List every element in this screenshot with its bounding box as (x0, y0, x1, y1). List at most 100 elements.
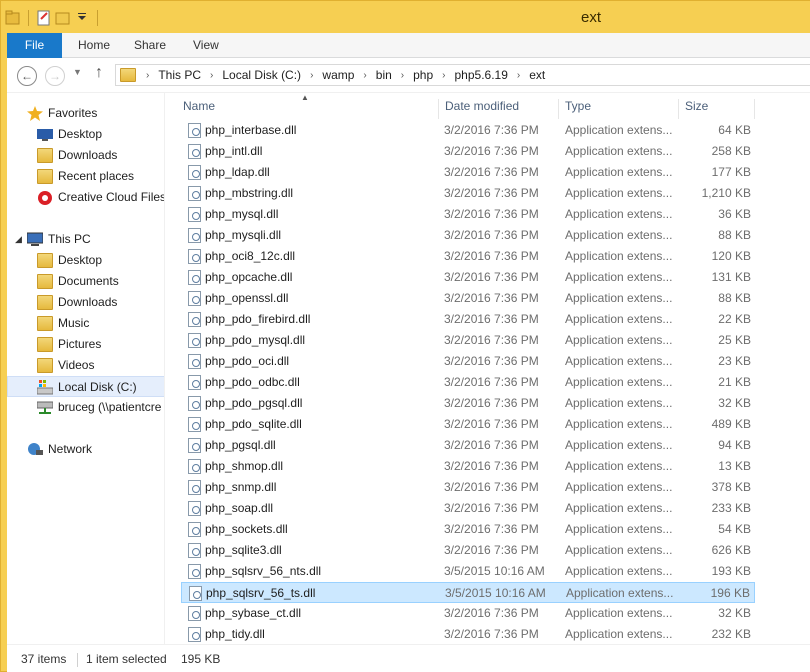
dll-file-icon (188, 396, 201, 411)
nav-favorites-creative-cloud[interactable]: Creative Cloud Files (7, 187, 164, 208)
breadcrumb-wamp[interactable]: wamp (319, 68, 357, 82)
file-date-modified: 3/2/2016 7:36 PM (444, 606, 539, 620)
breadcrumb-ext[interactable]: ext (526, 68, 548, 82)
breadcrumb-this-pc[interactable]: This PC (155, 68, 204, 82)
dll-file-icon (188, 606, 201, 621)
file-row[interactable]: php_pdo_sqlite.dll 3/2/2016 7:36 PM Applic… (181, 414, 755, 435)
file-row[interactable]: php_ldap.dll 3/2/2016 7:36 PM Application … (181, 162, 755, 183)
nav-this-pc-music[interactable]: Music (7, 313, 164, 334)
file-row[interactable]: php_sqlsrv_56_nts.dll 3/5/2015 10:16 AM Ap… (181, 561, 755, 582)
file-row[interactable]: php_sybase_ct.dll 3/2/2016 7:36 PM Applica… (181, 603, 755, 624)
file-row[interactable]: php_intl.dll 3/2/2016 7:36 PM Application … (181, 141, 755, 162)
nav-this-pc-downloads[interactable]: Downloads (7, 292, 164, 313)
address-bar[interactable]: › This PC › Local Disk (C:) › wamp › bin… (115, 64, 810, 86)
file-date-modified: 3/2/2016 7:36 PM (444, 249, 539, 263)
nav-favorites-recent-places[interactable]: Recent places (7, 166, 164, 187)
file-row[interactable]: php_shmop.dll 3/2/2016 7:36 PM Application… (181, 456, 755, 477)
nav-favorites-downloads[interactable]: Downloads (7, 145, 164, 166)
file-type: Application extens... (565, 543, 673, 557)
dll-file-icon (188, 207, 201, 222)
file-list[interactable]: ▲ Name Date modified Type Size php_inter… (177, 93, 810, 644)
file-row[interactable]: php_pdo_firebird.dll 3/2/2016 7:36 PM Appl… (181, 309, 755, 330)
file-name: php_snmp.dll (205, 480, 277, 494)
column-header-type[interactable]: Type (559, 99, 679, 119)
column-header-size[interactable]: Size (679, 99, 755, 119)
breadcrumb-chevron-icon[interactable]: › (140, 70, 155, 81)
file-row[interactable]: php_tidy.dll 3/2/2016 7:36 PM Application … (181, 624, 755, 645)
file-row[interactable]: php_sqlsrv_56_ts.dll 3/5/2015 10:16 AM App… (181, 582, 755, 603)
file-name: php_shmop.dll (205, 459, 284, 473)
nav-this-pc-documents[interactable]: Documents (7, 271, 164, 292)
tab-view[interactable]: View (193, 33, 219, 58)
recent-locations-dropdown-icon[interactable]: ▼ (73, 67, 82, 77)
tab-home[interactable]: Home (78, 33, 110, 58)
file-name: php_opcache.dll (205, 270, 293, 284)
file-row[interactable]: php_pdo_pgsql.dll 3/2/2016 7:36 PM Applica… (181, 393, 755, 414)
file-name: php_mbstring.dll (205, 186, 294, 200)
file-date-modified: 3/2/2016 7:36 PM (444, 186, 539, 200)
breadcrumb-php[interactable]: php (410, 68, 436, 82)
network-drive-icon (36, 400, 54, 415)
nav-this-pc-videos[interactable]: Videos (7, 355, 164, 376)
nav-this-pc-local-disk[interactable]: Local Disk (C:) (7, 376, 164, 397)
file-date-modified: 3/5/2015 10:16 AM (445, 586, 546, 600)
file-row[interactable]: php_mysql.dll 3/2/2016 7:36 PM Application… (181, 204, 755, 225)
file-type: Application extens... (565, 207, 673, 221)
breadcrumb-bin[interactable]: bin (373, 68, 395, 82)
breadcrumb-local-disk[interactable]: Local Disk (C:) (219, 68, 304, 82)
tab-share[interactable]: Share (134, 33, 166, 58)
nav-favorites-desktop[interactable]: Desktop (7, 124, 164, 145)
file-row[interactable]: php_pdo_odbc.dll 3/2/2016 7:36 PM Applicat… (181, 372, 755, 393)
file-size: 32 KB (718, 396, 751, 410)
file-row[interactable]: php_snmp.dll 3/2/2016 7:36 PM Application … (181, 477, 755, 498)
nav-this-pc[interactable]: ◢ This PC (7, 229, 164, 250)
breadcrumb-chevron-icon[interactable]: › (204, 70, 219, 81)
nav-this-pc-network-drive[interactable]: bruceg (\\patientcre (7, 397, 164, 418)
file-row[interactable]: php_opcache.dll 3/2/2016 7:36 PM Applicati… (181, 267, 755, 288)
file-row[interactable]: php_pdo_oci.dll 3/2/2016 7:36 PM Applicati… (181, 351, 755, 372)
ribbon-tabs: File Home Share View (7, 33, 810, 58)
nav-favorites[interactable]: Favorites (7, 103, 164, 124)
breadcrumb-chevron-icon[interactable]: › (304, 70, 319, 81)
title-bar[interactable]: ext (1, 1, 810, 33)
file-name: php_sockets.dll (205, 522, 288, 536)
file-row[interactable]: php_pgsql.dll 3/2/2016 7:36 PM Application… (181, 435, 755, 456)
breadcrumb-chevron-icon[interactable]: › (511, 70, 526, 81)
file-date-modified: 3/2/2016 7:36 PM (444, 501, 539, 515)
file-row[interactable]: php_oci8_12c.dll 3/2/2016 7:36 PM Applicat… (181, 246, 755, 267)
file-row[interactable]: php_mbstring.dll 3/2/2016 7:36 PM Applicat… (181, 183, 755, 204)
up-button[interactable]: ↑ (95, 64, 103, 82)
file-row[interactable]: php_sqlite3.dll 3/2/2016 7:36 PM Applicati… (181, 540, 755, 561)
file-date-modified: 3/2/2016 7:36 PM (444, 543, 539, 557)
nav-this-pc-pictures[interactable]: Pictures (7, 334, 164, 355)
breadcrumb-php-version[interactable]: php5.6.19 (452, 68, 511, 82)
file-size: 21 KB (718, 375, 751, 389)
file-type: Application extens... (565, 165, 673, 179)
file-date-modified: 3/5/2015 10:16 AM (444, 564, 545, 578)
breadcrumb-chevron-icon[interactable]: › (436, 70, 451, 81)
forward-button[interactable]: → (45, 66, 65, 86)
tab-file[interactable]: File (7, 33, 62, 58)
nav-this-pc-desktop[interactable]: Desktop (7, 250, 164, 271)
file-size: 64 KB (718, 123, 751, 137)
file-type: Application extens... (565, 123, 673, 137)
file-row[interactable]: php_pdo_mysql.dll 3/2/2016 7:36 PM Applica… (181, 330, 755, 351)
back-button[interactable]: ← (17, 66, 37, 86)
file-row[interactable]: php_sockets.dll 3/2/2016 7:36 PM Applicati… (181, 519, 755, 540)
column-header-row: ▲ Name Date modified Type Size (177, 93, 810, 119)
file-row[interactable]: php_openssl.dll 3/2/2016 7:36 PM Applicati… (181, 288, 755, 309)
column-header-name[interactable]: Name (177, 99, 439, 119)
dll-file-icon (188, 228, 201, 243)
file-row[interactable]: php_soap.dll 3/2/2016 7:36 PM Application … (181, 498, 755, 519)
column-header-date-modified[interactable]: Date modified (439, 99, 559, 119)
file-row[interactable]: php_interbase.dll 3/2/2016 7:36 PM Applica… (181, 120, 755, 141)
file-size: 196 KB (710, 586, 750, 600)
collapse-chevron-icon[interactable]: ◢ (15, 229, 22, 250)
nav-network[interactable]: Network (7, 439, 164, 460)
file-row[interactable]: php_mysqli.dll 3/2/2016 7:36 PM Applicatio… (181, 225, 755, 246)
file-date-modified: 3/2/2016 7:36 PM (444, 165, 539, 179)
breadcrumb-chevron-icon[interactable]: › (395, 70, 410, 81)
navigation-pane[interactable]: Favorites Desktop Downloads Recent place… (7, 93, 165, 644)
breadcrumb-chevron-icon[interactable]: › (357, 70, 372, 81)
file-type: Application extens... (565, 627, 673, 641)
